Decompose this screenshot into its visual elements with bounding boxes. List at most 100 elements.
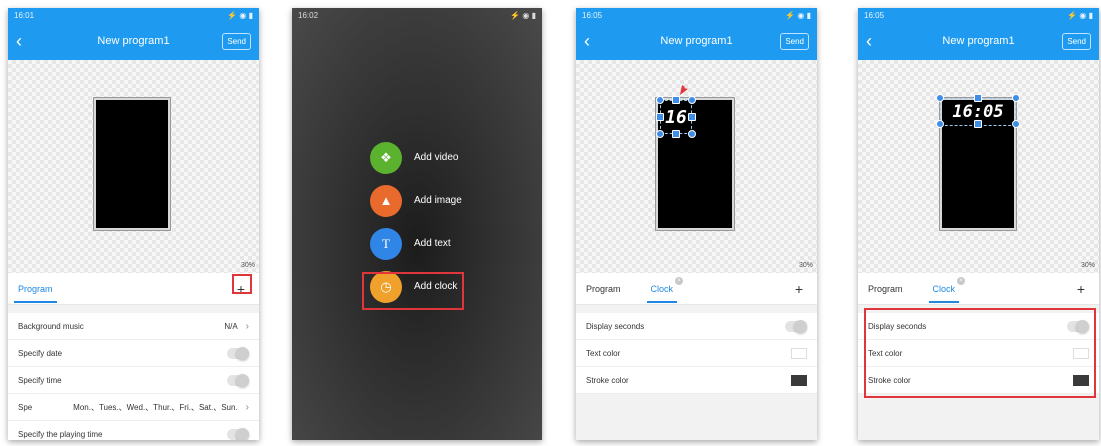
led-screen-preview[interactable] [93,97,171,231]
chevron-right-icon: › [245,320,249,332]
send-button[interactable]: Send [780,32,809,50]
tab-program[interactable]: Program [14,273,56,305]
row-background-music[interactable]: Background music N/A › [8,313,259,340]
back-arrow-icon[interactable]: ‹ [584,31,608,52]
resize-handle[interactable] [688,96,696,104]
tab-program[interactable]: Program [868,273,903,305]
app-bar: ‹ New program1 Send [576,22,817,60]
stroke-color-swatch[interactable] [791,374,807,386]
row-label: Background music [18,321,84,331]
text-color-swatch[interactable] [791,347,807,359]
clock-text: 16:05 [952,102,1004,122]
resize-handle[interactable] [688,130,696,138]
tab-clock[interactable]: Clock × [646,273,684,305]
tab-label: Clock [932,283,956,294]
text-icon: T [370,227,402,260]
send-button[interactable]: Send [1062,32,1091,50]
app-bar: ‹ New program1 Send [8,22,259,60]
pointer-arrow-icon [680,77,694,95]
tab-bar: Program Clock × + [576,273,817,305]
resize-handle[interactable] [688,113,696,121]
add-item-button[interactable]: + [791,281,807,297]
status-bar: 16:05 ⚡ ◉ ▮ [576,8,817,22]
phone-screen-program: 16:01 ⚡ ◉ ▮ ‹ New program1 Send 30% Prog… [8,8,259,440]
tab-bar: Program + [8,273,259,305]
row-label: Specify the playing time [18,429,103,439]
specify-date-toggle[interactable] [227,346,249,360]
add-item-button[interactable]: + [1073,281,1089,297]
send-button[interactable]: Send [222,32,251,50]
tab-bar: Program Clock × + [858,273,1099,305]
phone-screen-add-menu: 16:02 ⚡ ◉ ▮ ❖ Add video ▲ Add image T Ad… [292,8,542,440]
row-value: Mon.、Tues.、Wed.、Thur.、Fri.、Sat.、Sun. [73,402,238,412]
highlight-add-clock [362,272,464,310]
row-playing-time: Specify the playing time [8,421,259,440]
preview-canvas[interactable]: 16 30% [576,60,817,273]
row-label: Stroke color [586,375,629,385]
resize-handle[interactable] [656,130,664,138]
row-display-seconds: Display seconds [576,313,817,340]
phone-screen-clock-added: 16:05 ⚡ ◉ ▮ ‹ New program1 Send 16 30% P… [576,8,817,440]
specify-time-toggle[interactable] [227,373,249,387]
status-time: 16:05 [582,10,603,20]
row-label: Specify time [18,375,62,385]
status-bar: 16:01 ⚡ ◉ ▮ [8,8,259,22]
clock-text: 16 [665,106,687,128]
status-time: 16:02 [298,10,319,20]
close-icon[interactable]: × [675,276,684,285]
menu-item-add-video[interactable]: ❖ Add video [370,136,462,179]
row-label: Text color [586,348,621,358]
resize-handle[interactable] [672,130,680,138]
preview-canvas[interactable]: 30% [8,60,259,273]
app-bar: ‹ New program1 Send [858,22,1099,60]
phone-screen-clock-settings: 16:05 ⚡ ◉ ▮ ‹ New program1 Send 16:05 30… [858,8,1099,440]
row-label: Specify date [18,348,63,358]
status-icons: ⚡ ◉ ▮ [1067,10,1093,20]
resize-handle[interactable] [974,94,982,102]
resize-handle[interactable] [1012,120,1020,128]
row-specify-weekdays[interactable]: Spe Mon.、Tues.、Wed.、Thur.、Fri.、Sat.、Sun.… [8,394,259,421]
row-stroke-color: Stroke color [576,367,817,394]
zoom-level: 30% [240,262,255,269]
resize-handle[interactable] [974,120,982,128]
tab-clock[interactable]: Clock × [928,273,966,305]
display-seconds-toggle[interactable] [785,319,807,333]
program-settings-list: Background music N/A › Specify date Speci… [8,313,259,440]
tab-program[interactable]: Program [586,273,621,305]
zoom-level: 30% [798,262,813,269]
tab-label: Clock [650,283,674,294]
video-icon: ❖ [370,141,402,174]
resize-handle[interactable] [656,113,664,121]
chevron-right-icon: › [245,401,249,413]
highlight-clock-settings [864,308,1096,398]
row-value: N/A [224,321,238,331]
playing-time-toggle[interactable] [227,427,249,440]
status-icons: ⚡ ◉ ▮ [227,10,253,20]
clock-settings-list: Display seconds Text color Stroke color [576,313,817,394]
status-time: 16:05 [864,10,885,20]
row-specify-date: Specify date [8,340,259,367]
resize-handle[interactable] [672,96,680,104]
resize-handle[interactable] [936,120,944,128]
row-text-color: Text color [576,340,817,367]
resize-handle[interactable] [656,96,664,104]
row-label: Spe [18,402,33,412]
row-label: Display seconds [586,321,645,331]
image-icon: ▲ [370,184,402,217]
back-arrow-icon[interactable]: ‹ [866,31,890,52]
status-bar: 16:02 ⚡ ◉ ▮ [292,8,542,22]
status-icons: ⚡ ◉ ▮ [510,10,536,20]
highlight-add-button [232,274,252,294]
resize-handle[interactable] [1012,94,1020,102]
menu-item-add-text[interactable]: T Add text [370,222,462,265]
status-time: 16:01 [14,10,35,20]
zoom-level: 30% [1080,262,1095,269]
menu-item-add-image[interactable]: ▲ Add image [370,179,462,222]
back-arrow-icon[interactable]: ‹ [16,31,40,52]
status-bar: 16:05 ⚡ ◉ ▮ [858,8,1099,22]
resize-handle[interactable] [936,94,944,102]
close-icon[interactable]: × [957,276,966,285]
preview-canvas[interactable]: 16:05 30% [858,60,1099,273]
status-icons: ⚡ ◉ ▮ [785,10,811,20]
row-specify-time: Specify time [8,367,259,394]
